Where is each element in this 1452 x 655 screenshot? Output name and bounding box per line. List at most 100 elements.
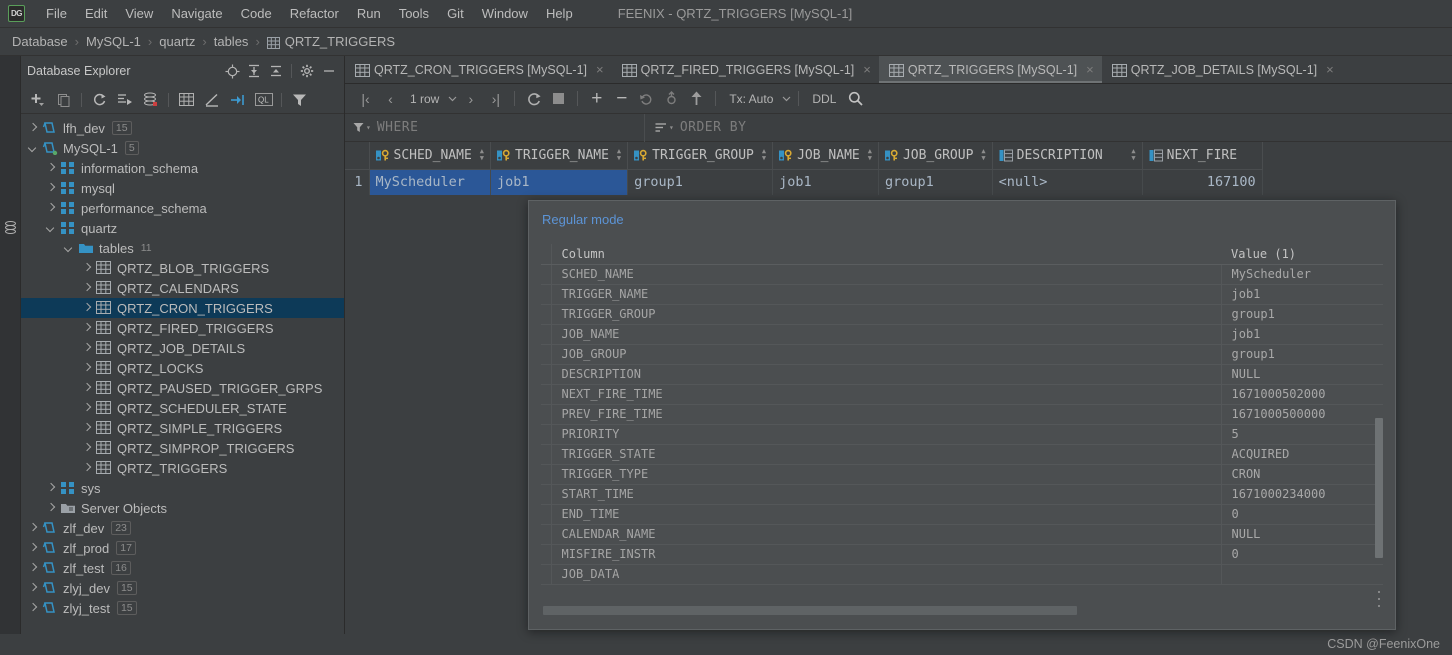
tree-item-qrtz-simple-triggers[interactable]: QRTZ_SIMPLE_TRIGGERS bbox=[21, 418, 344, 438]
popup-value-cell[interactable]: 5 bbox=[1221, 424, 1383, 445]
popup-horizontal-scrollbar[interactable] bbox=[543, 606, 1452, 615]
close-icon[interactable]: × bbox=[596, 63, 604, 76]
tree-item-qrtz-cron-triggers[interactable]: QRTZ_CRON_TRIGGERS bbox=[21, 298, 344, 318]
commit-icon[interactable] bbox=[659, 87, 684, 111]
sort-toggle-icon[interactable]: ▲ ▼ bbox=[973, 148, 985, 162]
popup-value-cell[interactable]: 0 bbox=[1221, 504, 1383, 525]
popup-row[interactable]: JOB_DATA bbox=[541, 564, 1383, 585]
column-header-job_name[interactable]: JOB_NAME ▲ ▼ bbox=[772, 142, 879, 170]
breadcrumb-item-tables[interactable]: tables bbox=[214, 34, 249, 49]
chevron-right-icon[interactable] bbox=[27, 522, 39, 534]
chevron-right-icon[interactable] bbox=[45, 502, 57, 514]
popup-value-cell[interactable]: 1671000234000 bbox=[1221, 484, 1383, 505]
database-tree[interactable]: lfh_dev 15 MySQL-1 5 information_schema mysql… bbox=[21, 116, 344, 634]
menu-file[interactable]: File bbox=[37, 4, 76, 23]
tree-item-qrtz-paused-trigger-grps[interactable]: QRTZ_PAUSED_TRIGGER_GRPS bbox=[21, 378, 344, 398]
chevron-right-icon[interactable] bbox=[81, 382, 93, 394]
popup-row[interactable]: JOB_GROUP group1 bbox=[541, 344, 1383, 365]
menu-tools[interactable]: Tools bbox=[390, 4, 438, 23]
revert-icon[interactable] bbox=[634, 87, 659, 111]
chevron-right-icon[interactable] bbox=[45, 182, 57, 194]
popup-row[interactable]: START_TIME 1671000234000 bbox=[541, 484, 1383, 505]
popup-row[interactable]: MISFIRE_INSTR 0 bbox=[541, 544, 1383, 565]
popup-row[interactable]: END_TIME 0 bbox=[541, 504, 1383, 525]
chevron-right-icon[interactable] bbox=[45, 202, 57, 214]
menu-git[interactable]: Git bbox=[438, 4, 473, 23]
popup-column-cell[interactable]: END_TIME bbox=[551, 504, 1222, 525]
tree-item-qrtz-simprop-triggers[interactable]: QRTZ_SIMPROP_TRIGGERS bbox=[21, 438, 344, 458]
breadcrumb-item-mysql1[interactable]: MySQL-1 bbox=[86, 34, 141, 49]
tree-item-quartz[interactable]: quartz bbox=[21, 218, 344, 238]
chevron-right-icon[interactable] bbox=[81, 402, 93, 414]
chevron-right-icon[interactable] bbox=[81, 342, 93, 354]
table-cell[interactable]: job1 bbox=[772, 169, 879, 195]
where-filter[interactable]: ▾ WHERE bbox=[345, 113, 645, 142]
stop-icon[interactable] bbox=[546, 87, 571, 111]
tree-item-qrtz-job-details[interactable]: QRTZ_JOB_DETAILS bbox=[21, 338, 344, 358]
tree-item-mysql[interactable]: mysql bbox=[21, 178, 344, 198]
popup-value-cell[interactable]: MyScheduler bbox=[1221, 264, 1383, 285]
popup-vertical-scrollbar[interactable] bbox=[1375, 418, 1383, 558]
ddl-button[interactable]: DDL bbox=[805, 87, 843, 111]
popup-column-cell[interactable]: JOB_DATA bbox=[551, 564, 1222, 585]
chevron-right-icon[interactable] bbox=[45, 162, 57, 174]
popup-value-cell[interactable]: NULL bbox=[1221, 524, 1383, 545]
tree-item-qrtz-calendars[interactable]: QRTZ_CALENDARS bbox=[21, 278, 344, 298]
tree-item-mysql-1[interactable]: MySQL-1 5 bbox=[21, 138, 344, 158]
editor-tab-qrtz_job_details[interactable]: QRTZ_JOB_DETAILS [MySQL-1] × bbox=[1102, 56, 1342, 83]
column-header-trigger_group[interactable]: TRIGGER_GROUP ▲ ▼ bbox=[627, 142, 774, 170]
table-cell[interactable]: group1 bbox=[627, 169, 774, 195]
popup-row[interactable]: CALENDAR_NAME NULL bbox=[541, 524, 1383, 545]
chevron-right-icon[interactable] bbox=[81, 322, 93, 334]
popup-row[interactable]: PREV_FIRE_TIME 1671000500000 bbox=[541, 404, 1383, 425]
column-header-trigger_name[interactable]: TRIGGER_NAME ▲ ▼ bbox=[490, 142, 629, 170]
popup-column-cell[interactable]: PREV_FIRE_TIME bbox=[551, 404, 1222, 425]
sync-script-icon[interactable] bbox=[112, 88, 138, 112]
sort-toggle-icon[interactable]: ▲ ▼ bbox=[609, 148, 621, 162]
last-page-button[interactable]: ›| bbox=[483, 87, 508, 111]
popup-row[interactable]: TRIGGER_STATE ACQUIRED bbox=[541, 444, 1383, 465]
chevron-right-icon[interactable] bbox=[27, 542, 39, 554]
close-icon[interactable]: × bbox=[863, 63, 871, 76]
table-cell[interactable]: group1 bbox=[878, 169, 993, 195]
transaction-mode-label[interactable]: Tx: Auto bbox=[722, 87, 780, 111]
tree-item-lfh-dev[interactable]: lfh_dev 15 bbox=[21, 118, 344, 138]
popup-column-cell[interactable]: JOB_GROUP bbox=[551, 344, 1222, 365]
chevron-right-icon[interactable] bbox=[27, 602, 39, 614]
menu-navigate[interactable]: Navigate bbox=[162, 4, 231, 23]
column-header-sched_name[interactable]: SCHED_NAME ▲ ▼ bbox=[369, 142, 491, 170]
table-cell[interactable]: 167100 bbox=[1142, 169, 1263, 195]
sort-toggle-icon[interactable]: ▲ ▼ bbox=[472, 148, 484, 162]
popup-row[interactable]: JOB_NAME job1 bbox=[541, 324, 1383, 345]
gear-icon[interactable] bbox=[296, 60, 318, 82]
column-header-description[interactable]: DESCRIPTION ▲ ▼ bbox=[992, 142, 1143, 170]
chevron-down-icon[interactable] bbox=[63, 242, 75, 254]
popup-value-header[interactable]: Value (1) bbox=[1221, 244, 1383, 265]
jump-to-icon[interactable] bbox=[225, 88, 251, 112]
popup-value-cell[interactable]: 0 bbox=[1221, 544, 1383, 565]
column-header-job_group[interactable]: JOB_GROUP ▲ ▼ bbox=[878, 142, 993, 170]
table-icon[interactable] bbox=[173, 88, 199, 112]
menu-view[interactable]: View bbox=[116, 4, 162, 23]
popup-row[interactable]: PRIORITY 5 bbox=[541, 424, 1383, 445]
popup-value-cell[interactable]: job1 bbox=[1221, 284, 1383, 305]
popup-value-cell[interactable]: 1671000502000 bbox=[1221, 384, 1383, 405]
filter-icon[interactable] bbox=[286, 88, 312, 112]
tree-item-zlf-prod[interactable]: zlf_prod 17 bbox=[21, 538, 344, 558]
tree-item-qrtz-triggers[interactable]: QRTZ_TRIGGERS bbox=[21, 458, 344, 478]
tree-item-performance-schema[interactable]: performance_schema bbox=[21, 198, 344, 218]
tree-item-qrtz-blob-triggers[interactable]: QRTZ_BLOB_TRIGGERS bbox=[21, 258, 344, 278]
chevron-down-icon[interactable] bbox=[45, 222, 57, 234]
edit-icon[interactable] bbox=[199, 88, 225, 112]
chevron-down-icon[interactable] bbox=[27, 142, 39, 154]
popup-column-cell[interactable]: DESCRIPTION bbox=[551, 364, 1222, 385]
breadcrumb-item-quartz[interactable]: quartz bbox=[159, 34, 195, 49]
table-cell[interactable]: job1 bbox=[490, 169, 629, 195]
chevron-right-icon[interactable] bbox=[81, 262, 93, 274]
locate-icon[interactable] bbox=[221, 60, 243, 82]
popup-more-options-icon[interactable] bbox=[1373, 591, 1385, 607]
chevron-down-icon[interactable] bbox=[446, 87, 458, 111]
popup-value-cell[interactable]: 1671000500000 bbox=[1221, 404, 1383, 425]
popup-column-cell[interactable]: JOB_NAME bbox=[551, 324, 1222, 345]
chevron-right-icon[interactable] bbox=[27, 122, 39, 134]
